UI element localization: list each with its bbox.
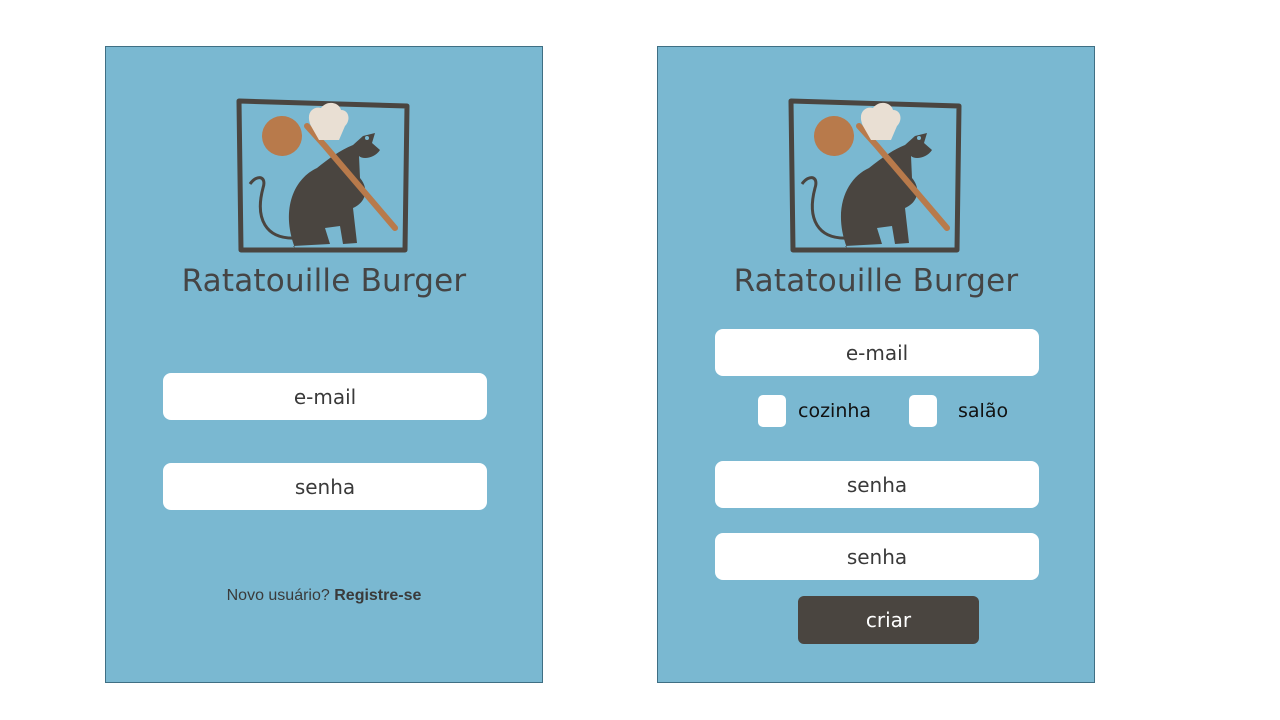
email-placeholder: e-mail [293, 384, 357, 409]
login-panel: Ratatouille Burger e-mail senha Novo usu… [105, 46, 543, 683]
email-input[interactable]: e-mail [715, 329, 1039, 376]
password-confirm-input[interactable]: senha [715, 533, 1039, 580]
password-confirm-placeholder: senha [846, 544, 908, 569]
hall-checkbox[interactable] [909, 395, 937, 427]
register-link[interactable]: Registre-se [334, 587, 421, 604]
register-prompt: Novo usuário? Registre-se [106, 587, 542, 605]
password-placeholder: senha [294, 474, 356, 499]
create-account-button[interactable]: criar [798, 596, 979, 644]
role-option-kitchen[interactable]: cozinha [758, 395, 871, 427]
hall-label: salão [958, 400, 1009, 422]
password-placeholder: senha [846, 472, 908, 497]
kitchen-checkbox[interactable] [758, 395, 786, 427]
email-input[interactable]: e-mail [163, 373, 487, 420]
role-option-hall[interactable]: salão [909, 395, 1008, 427]
new-user-text: Novo usuário? [226, 587, 330, 604]
rat-chef-logo-icon [235, 98, 411, 254]
app-title: Ratatouille Burger [733, 263, 1019, 299]
email-placeholder: e-mail [845, 340, 909, 365]
kitchen-label: cozinha [798, 400, 872, 422]
rat-chef-logo-icon [787, 98, 963, 254]
password-input[interactable]: senha [715, 461, 1039, 508]
register-panel: Ratatouille Burger e-mail cozinha salão … [657, 46, 1095, 683]
password-input[interactable]: senha [163, 463, 487, 510]
app-title: Ratatouille Burger [181, 263, 467, 299]
